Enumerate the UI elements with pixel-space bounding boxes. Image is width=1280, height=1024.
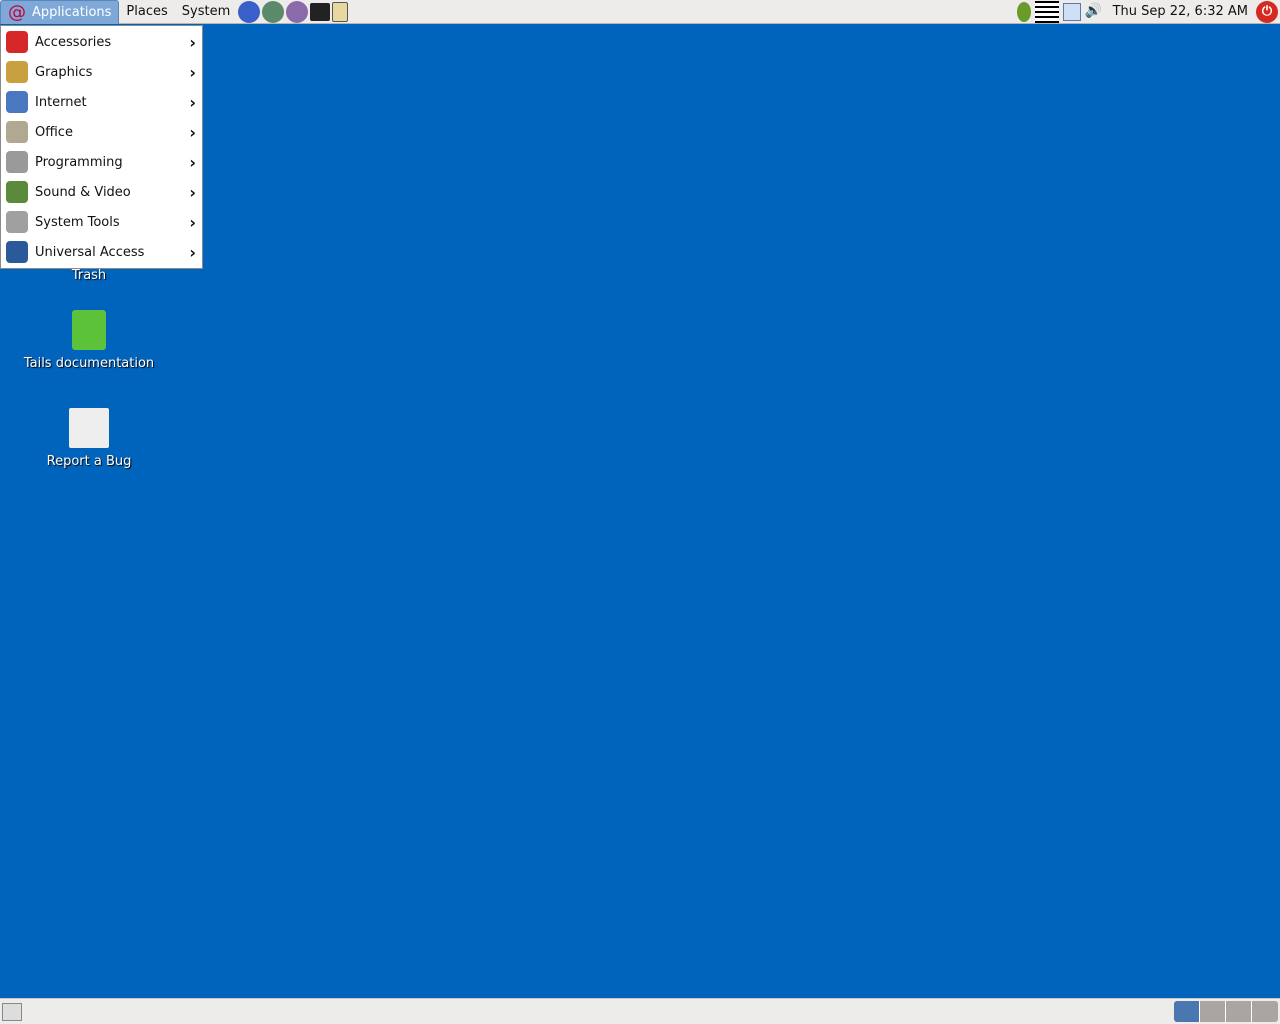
workspace-switcher xyxy=(1174,1001,1278,1022)
workspace-1[interactable] xyxy=(1174,1001,1200,1022)
chevron-right-icon: › xyxy=(189,122,196,142)
places-menu-button[interactable]: Places xyxy=(119,0,174,24)
menu-item-label: Universal Access xyxy=(35,244,145,260)
chevron-right-icon: › xyxy=(189,212,196,232)
menu-item-label: Office xyxy=(35,124,73,140)
help-icon[interactable] xyxy=(332,1,349,22)
internet-icon xyxy=(6,91,28,113)
chevron-right-icon: › xyxy=(189,242,196,262)
menu-item-system-tools[interactable]: System Tools › xyxy=(1,207,202,237)
bottom-panel xyxy=(0,998,1280,1024)
universal-access-icon xyxy=(6,241,28,263)
graphics-icon xyxy=(6,61,28,83)
menu-item-label: Sound & Video xyxy=(35,184,131,200)
web-browser-icon[interactable] xyxy=(238,0,261,23)
system-tools-icon xyxy=(6,211,28,233)
chevron-right-icon: › xyxy=(189,152,196,172)
menu-item-universal-access[interactable]: Universal Access › xyxy=(1,237,202,267)
chevron-right-icon: › xyxy=(189,32,196,52)
menu-item-graphics[interactable]: Graphics › xyxy=(1,57,202,87)
menu-item-label: Graphics xyxy=(35,64,93,80)
applications-menu-button[interactable]: @ Applications xyxy=(0,0,120,24)
chevron-right-icon: › xyxy=(189,182,196,202)
menu-item-accessories[interactable]: Accessories › xyxy=(1,27,202,57)
desktop-icon-label: Report a Bug xyxy=(46,454,132,469)
menu-item-internet[interactable]: Internet › xyxy=(1,87,202,117)
keyboard-icon[interactable] xyxy=(1034,0,1059,23)
system-menu-button[interactable]: System xyxy=(175,0,237,24)
workspace-4[interactable] xyxy=(1252,1001,1278,1022)
debian-logo-icon: @ xyxy=(8,1,26,23)
top-panel: @ Applications Places System 🔊 Thu Sep 2… xyxy=(0,0,1280,24)
network-icon[interactable] xyxy=(1062,2,1081,21)
system-tray: 🔊 Thu Sep 22, 6:32 AM ⏻ xyxy=(1016,0,1280,23)
desktop-icon-tails-documentation[interactable]: Tails documentation xyxy=(14,310,164,371)
tor-onion-icon[interactable] xyxy=(1016,1,1031,22)
sound-video-icon xyxy=(6,181,28,203)
pidgin-icon[interactable] xyxy=(286,0,309,23)
volume-icon[interactable]: 🔊 xyxy=(1085,3,1105,21)
chevron-right-icon: › xyxy=(189,62,196,82)
menu-item-label: System Tools xyxy=(35,214,120,230)
power-icon[interactable]: ⏻ xyxy=(1256,0,1278,23)
menu-item-label: Accessories xyxy=(35,34,112,50)
accessories-icon xyxy=(6,31,28,53)
programming-icon xyxy=(6,151,28,173)
terminal-icon[interactable] xyxy=(310,2,331,21)
desktop-icon-label: Trash xyxy=(71,268,107,283)
applications-label: Applications xyxy=(32,4,112,20)
applications-menu: Accessories › Graphics › Internet › Office › Pro… xyxy=(0,25,203,269)
desktop-icon-label: Tails documentation xyxy=(23,356,155,371)
workspace-3[interactable] xyxy=(1226,1001,1252,1022)
mail-star-icon xyxy=(69,408,109,448)
office-icon xyxy=(6,121,28,143)
menu-item-label: Programming xyxy=(35,154,123,170)
menu-item-label: Internet xyxy=(35,94,87,110)
desktop-icon-report-bug[interactable]: Report a Bug xyxy=(14,408,164,469)
menu-item-programming[interactable]: Programming › xyxy=(1,147,202,177)
chevron-right-icon: › xyxy=(189,92,196,112)
menu-item-office[interactable]: Office › xyxy=(1,117,202,147)
menu-item-sound-video[interactable]: Sound & Video › xyxy=(1,177,202,207)
email-client-icon[interactable] xyxy=(262,0,285,23)
clock[interactable]: Thu Sep 22, 6:32 AM xyxy=(1113,4,1248,19)
workspace-2[interactable] xyxy=(1200,1001,1226,1022)
show-desktop-icon[interactable] xyxy=(2,1002,22,1021)
lifebuoy-book-icon xyxy=(72,310,106,350)
